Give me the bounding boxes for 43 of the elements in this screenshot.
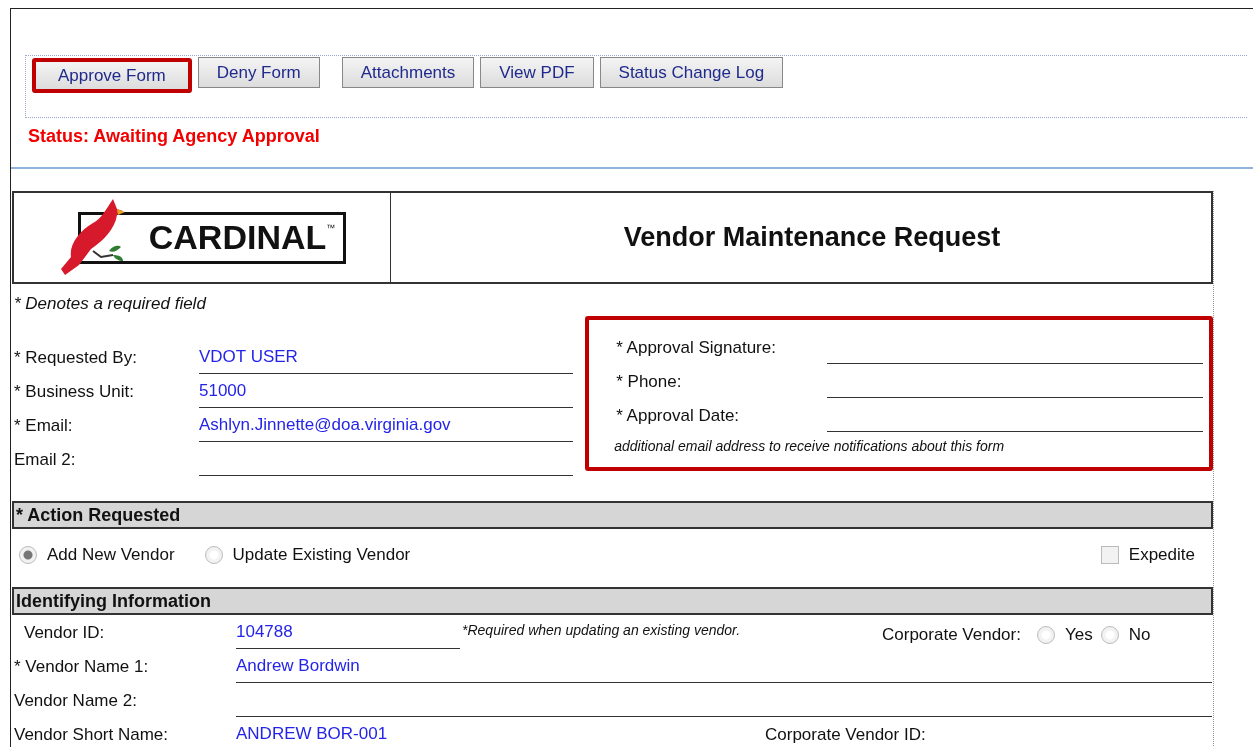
help-text: additional email address to receive notifications about this form [614,437,1006,454]
field-label: Vendor Short Name: [13,725,170,746]
logo-text: CARDINAL [148,218,327,257]
field-label: * Approval Signature: [615,338,777,359]
help-text: *Required when updating an existing vendor. [461,622,742,640]
field-label: Email 2: [13,450,77,471]
toolbar-button[interactable]: Attachments [341,57,475,88]
option-label: Add New Vendor [47,545,175,565]
toolbar-button[interactable]: Approve Form [32,58,192,93]
section-header: Identifying Information [12,587,1213,615]
toolbar-button[interactable]: Deny Form [197,57,320,88]
required-note: * Denotes a required field [13,293,208,315]
input-field[interactable]: Ashlyn.Jinnette@doa.virginia.gov [199,412,573,442]
field-label: * Approval Date: [615,406,741,427]
input-field[interactable]: 51000 [199,378,573,408]
field-label: * Email: [13,416,74,437]
field-label: Corporate Vendor ID: [764,725,927,746]
input-field[interactable]: 104788 [236,619,460,649]
field-label: * Phone: [615,372,683,393]
radio-button[interactable] [1036,626,1055,644]
option-label: Expedite [1128,545,1195,565]
option-label: Update Existing Vendor [232,545,411,565]
option-label: No [1128,625,1151,645]
field-label: * Business Unit: [13,382,135,403]
radio-button[interactable] [1100,626,1119,644]
status-text: Status: Awaiting Agency Approval [27,125,321,148]
field-label: * Vendor Name 1: [13,657,150,678]
field-label: Corporate Vendor: [882,625,1021,645]
field-label: * Requested By: [13,348,138,369]
trademark-mark: ™ [326,222,336,233]
option-label: Yes [1064,625,1093,645]
input-field[interactable]: Andrew Bordwin [236,653,1212,683]
form-title: Vendor Maintenance Request [622,221,1002,254]
radio-button[interactable] [204,546,223,564]
field-label: Vendor Name 2: [13,691,138,712]
input-field[interactable]: ANDREW BOR-001 [236,721,536,747]
radio-button[interactable] [19,546,37,564]
section-header: * Action Requested [12,501,1213,529]
input-field[interactable]: VDOT USER [199,344,573,374]
toolbar-button[interactable]: View PDF [480,57,594,88]
toolbar-button[interactable]: Status Change Log [599,57,784,88]
checkbox[interactable] [1100,546,1119,564]
field-label: Vendor ID: [23,623,106,644]
